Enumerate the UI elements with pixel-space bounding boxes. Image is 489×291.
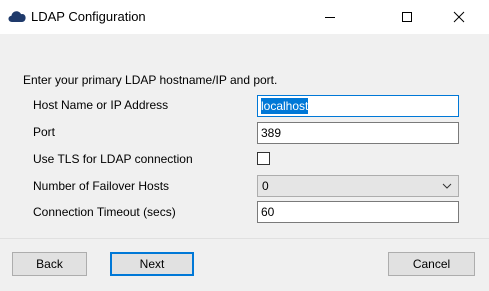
tls-label: Use TLS for LDAP connection xyxy=(33,152,193,166)
failover-select-value: 0 xyxy=(262,179,269,193)
window-close-icon xyxy=(453,11,465,23)
window-minimize-icon xyxy=(325,17,335,18)
host-input[interactable]: localhost xyxy=(257,95,459,117)
title-bar[interactable]: LDAP Configuration xyxy=(0,0,489,34)
port-label: Port xyxy=(33,125,56,139)
divider xyxy=(0,238,489,239)
timeout-label: Connection Timeout (secs) xyxy=(33,205,176,219)
back-button[interactable]: Back xyxy=(12,252,87,276)
instruction-text: Enter your primary LDAP hostname/IP and … xyxy=(23,73,278,87)
ldap-configuration-window: LDAP Configuration Enter your primary LD… xyxy=(0,0,489,291)
maximize-button[interactable] xyxy=(384,0,430,34)
port-input[interactable]: 389 xyxy=(257,122,459,144)
cancel-button[interactable]: Cancel xyxy=(388,252,475,276)
cloud-icon xyxy=(8,11,26,22)
minimize-button[interactable] xyxy=(307,0,353,34)
tls-checkbox[interactable] xyxy=(257,152,270,165)
host-input-value: localhost xyxy=(261,98,309,114)
close-button[interactable] xyxy=(436,0,482,34)
window-maximize-icon xyxy=(402,12,412,22)
failover-select[interactable]: 0 xyxy=(257,175,459,197)
next-button[interactable]: Next xyxy=(110,252,194,276)
window-title: LDAP Configuration xyxy=(31,9,146,24)
timeout-input[interactable]: 60 xyxy=(257,201,459,223)
failover-label: Number of Failover Hosts xyxy=(33,179,170,193)
host-label: Host Name or IP Address xyxy=(33,98,169,112)
chevron-down-icon xyxy=(442,183,452,189)
